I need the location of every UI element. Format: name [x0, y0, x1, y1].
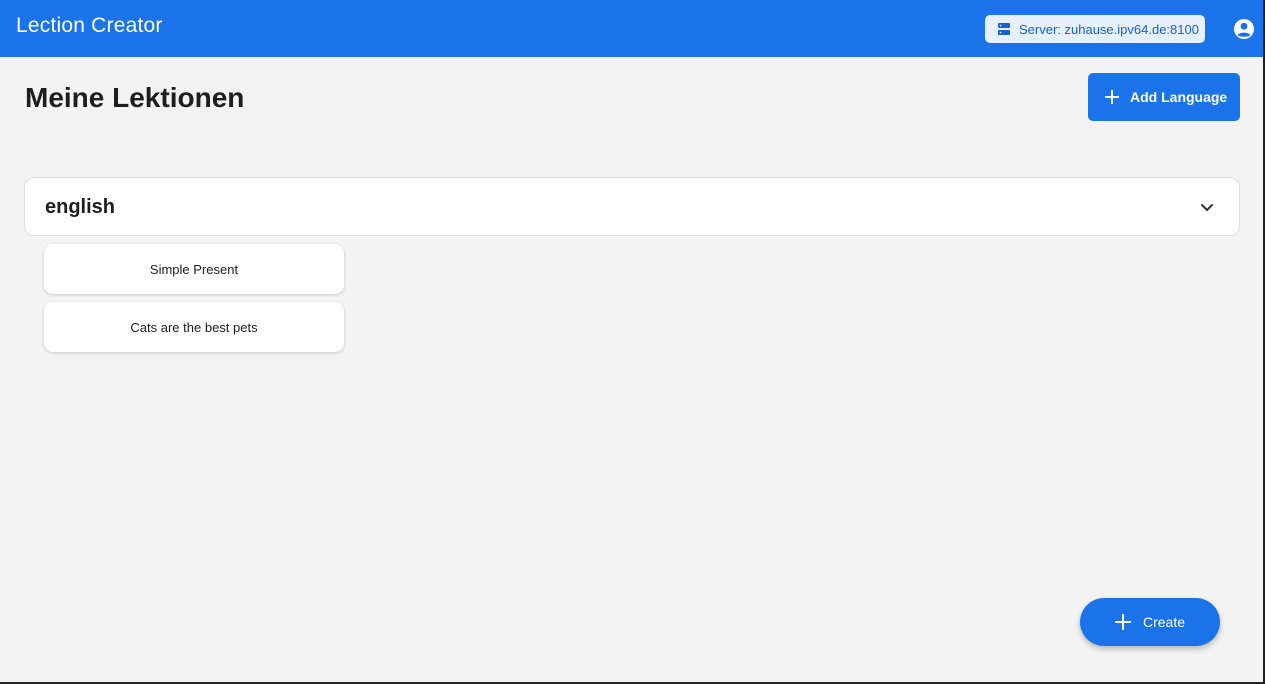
create-fab-button[interactable]: Create	[1080, 598, 1220, 646]
server-chip[interactable]: Server: zuhause.ipv64.de:8100	[985, 15, 1205, 43]
plus-icon	[1105, 90, 1119, 104]
lesson-card[interactable]: Cats are the best pets	[44, 302, 344, 352]
add-language-label: Add Language	[1130, 89, 1228, 105]
account-circle-icon[interactable]	[1233, 18, 1255, 40]
plus-icon	[1115, 614, 1131, 630]
app-title: Lection Creator	[16, 14, 163, 37]
server-icon	[998, 23, 1010, 35]
lesson-label: Cats are the best pets	[130, 319, 258, 335]
create-label: Create	[1143, 614, 1186, 630]
language-name: english	[45, 196, 116, 218]
page-title: Meine Lektionen	[25, 82, 245, 113]
add-language-button[interactable]: Add Language	[1088, 73, 1240, 121]
app-bar: Lection Creator Server: zuhause.ipv64.de…	[0, 0, 1263, 57]
lesson-card[interactable]: Simple Present	[44, 244, 344, 294]
app-window: Lection Creator Server: zuhause.ipv64.de…	[0, 0, 1265, 684]
language-accordion-english[interactable]: english	[24, 177, 1240, 236]
chevron-down-icon[interactable]	[1199, 199, 1215, 215]
server-label: Server: zuhause.ipv64.de:8100	[1019, 21, 1199, 37]
lesson-label: Simple Present	[149, 261, 239, 277]
